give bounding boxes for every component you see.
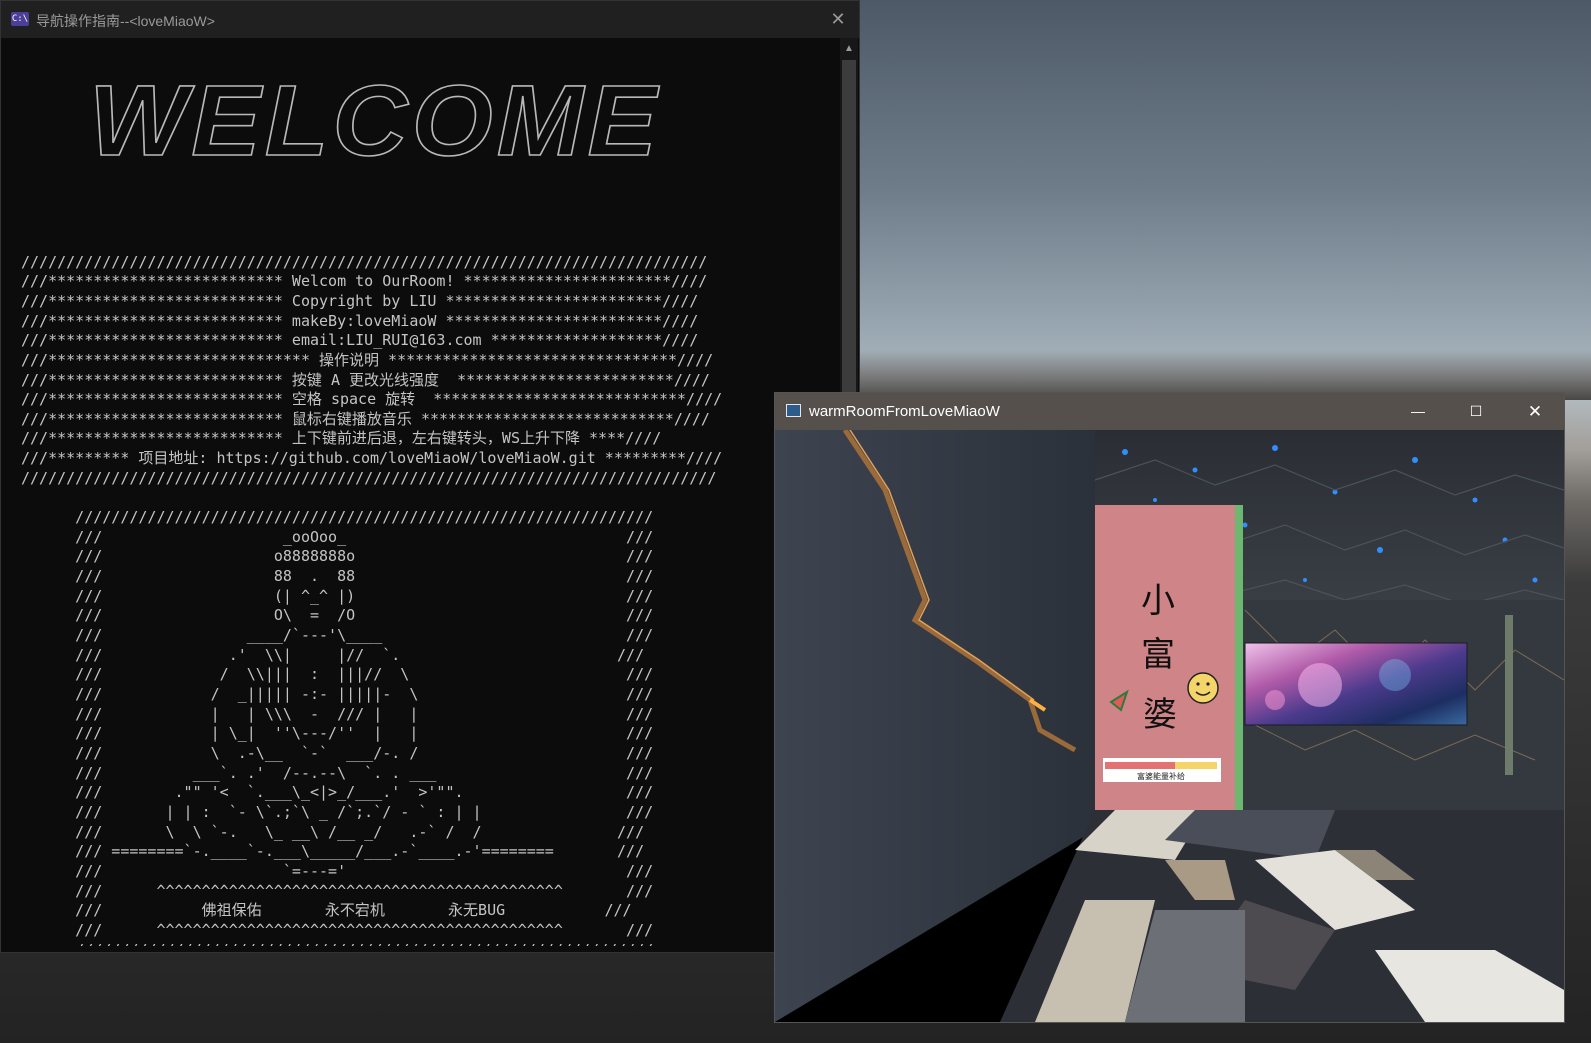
console-line: ///************************** makeBy:lov…: [21, 311, 699, 330]
galaxy-painting: [1244, 642, 1468, 726]
poster-char-3: 婆: [1143, 695, 1177, 735]
console-line: /// ."" '< `.___\_<|>_/___.' >'"". ///: [75, 783, 654, 802]
console-line: ///************************** Welcom to …: [21, 272, 708, 291]
console-line: /// / \\||| : |||// \ ///: [75, 665, 654, 684]
console-line: /// `=---=' ///: [75, 861, 654, 880]
console-close-button[interactable]: ✕: [823, 5, 853, 33]
back-wall-pillar: [1505, 615, 1513, 775]
room-close-button[interactable]: ✕: [1506, 393, 1564, 430]
console-line: ///***************************** 操作说明 **…: [21, 350, 714, 369]
scroll-up-arrow-icon[interactable]: ▲: [840, 40, 858, 58]
minimize-button[interactable]: —: [1389, 393, 1447, 430]
console-line: /// _ooOoo_ ///: [75, 527, 654, 546]
console-line: /// | | : `- \`.;`\ _ /`;.`/ - ` : | | /…: [75, 802, 654, 821]
poster-caption: 富婆能量补给: [1137, 771, 1185, 781]
room-titlebar[interactable]: warmRoomFromLoveMiaoW — ☐ ✕: [775, 393, 1564, 430]
console-line: /// ___`. .' /--.--\ `. . ___ ///: [75, 763, 654, 782]
poster-char-1: 小: [1141, 581, 1175, 621]
console-titlebar[interactable]: C:\ 导航操作指南--<loveMiaoW> ✕: [1, 1, 859, 38]
console-line: /// ========`-.____`-.___\_____/___.-`__…: [75, 842, 645, 861]
console-line: ///************************** email:LIU_…: [21, 331, 699, 350]
room-app-icon: [786, 404, 801, 417]
console-output: ////////////////////////////////////////…: [21, 56, 841, 946]
maximize-button[interactable]: ☐: [1447, 393, 1505, 430]
console-line: ////////////////////////////////////////…: [21, 941, 653, 946]
console-line: /// O\ = /O ///: [75, 606, 654, 625]
poster: 小 富 婆 富婆能量补给: [1095, 505, 1243, 810]
console-line: /// 88 . 88 ///: [75, 567, 654, 586]
console-window[interactable]: C:\ 导航操作指南--<loveMiaoW> ✕ WELCOME //////…: [0, 0, 860, 953]
console-line: ////////////////////////////////////////…: [21, 252, 708, 271]
console-line: /// .' \\| |// `. ///: [75, 645, 645, 664]
console-line: ////////////////////////////////////////…: [75, 508, 654, 527]
console-line: /// / _||||| -:- |||||- \ ///: [75, 685, 654, 703]
console-line: /// \ .-\__ `-` ___/-. / ///: [75, 743, 654, 762]
console-line: /// ^^^^^^^^^^^^^^^^^^^^^^^^^^^^^^^^^^^^…: [75, 920, 654, 939]
room-3d-scene[interactable]: 小 富 婆 富婆能量补给: [775, 430, 1564, 1022]
poster-char-2: 富: [1141, 635, 1175, 675]
console-line: /// ____/`---'\____ ///: [75, 626, 654, 645]
console-window-title: 导航操作指南--<loveMiaoW>: [36, 13, 215, 29]
console-app-icon: C:\: [11, 12, 29, 26]
console-line: /// \ \ `-. \_ __\ /__ _/ .-` / / ///: [75, 822, 645, 841]
room-window[interactable]: warmRoomFromLoveMiaoW — ☐ ✕ 小 富 婆 富婆能量补给: [774, 392, 1565, 1023]
console-line: ///************************** 按键 A 更改光线强…: [21, 370, 710, 389]
console-line: /// | \_| ''\---/'' | | ///: [75, 724, 654, 743]
console-line: /// 佛祖保佑 永不宕机 永无BUG ///: [75, 901, 632, 920]
console-line: /// (| ^_^ |) ///: [75, 586, 654, 605]
console-line: /// | | \\\ - /// | | ///: [75, 704, 654, 723]
smiley-icon: [1187, 672, 1219, 704]
console-line: /// ^^^^^^^^^^^^^^^^^^^^^^^^^^^^^^^^^^^^…: [75, 881, 654, 900]
console-line: ////////////////////////////////////////…: [21, 468, 717, 487]
room-window-title: warmRoomFromLoveMiaoW: [809, 403, 1000, 420]
console-line: ///************************** 上下键前进后退，左右…: [21, 429, 662, 448]
console-line: ///************************** 空格 space 旋…: [21, 390, 723, 409]
console-line: ///************************** 鼠标右键播放音乐 *…: [21, 409, 710, 428]
console-line: /// o8888888o ///: [75, 547, 654, 566]
console-line: ///********* 项目地址: https://github.com/lo…: [21, 449, 723, 468]
console-line: ///************************** Copyright …: [21, 291, 699, 310]
